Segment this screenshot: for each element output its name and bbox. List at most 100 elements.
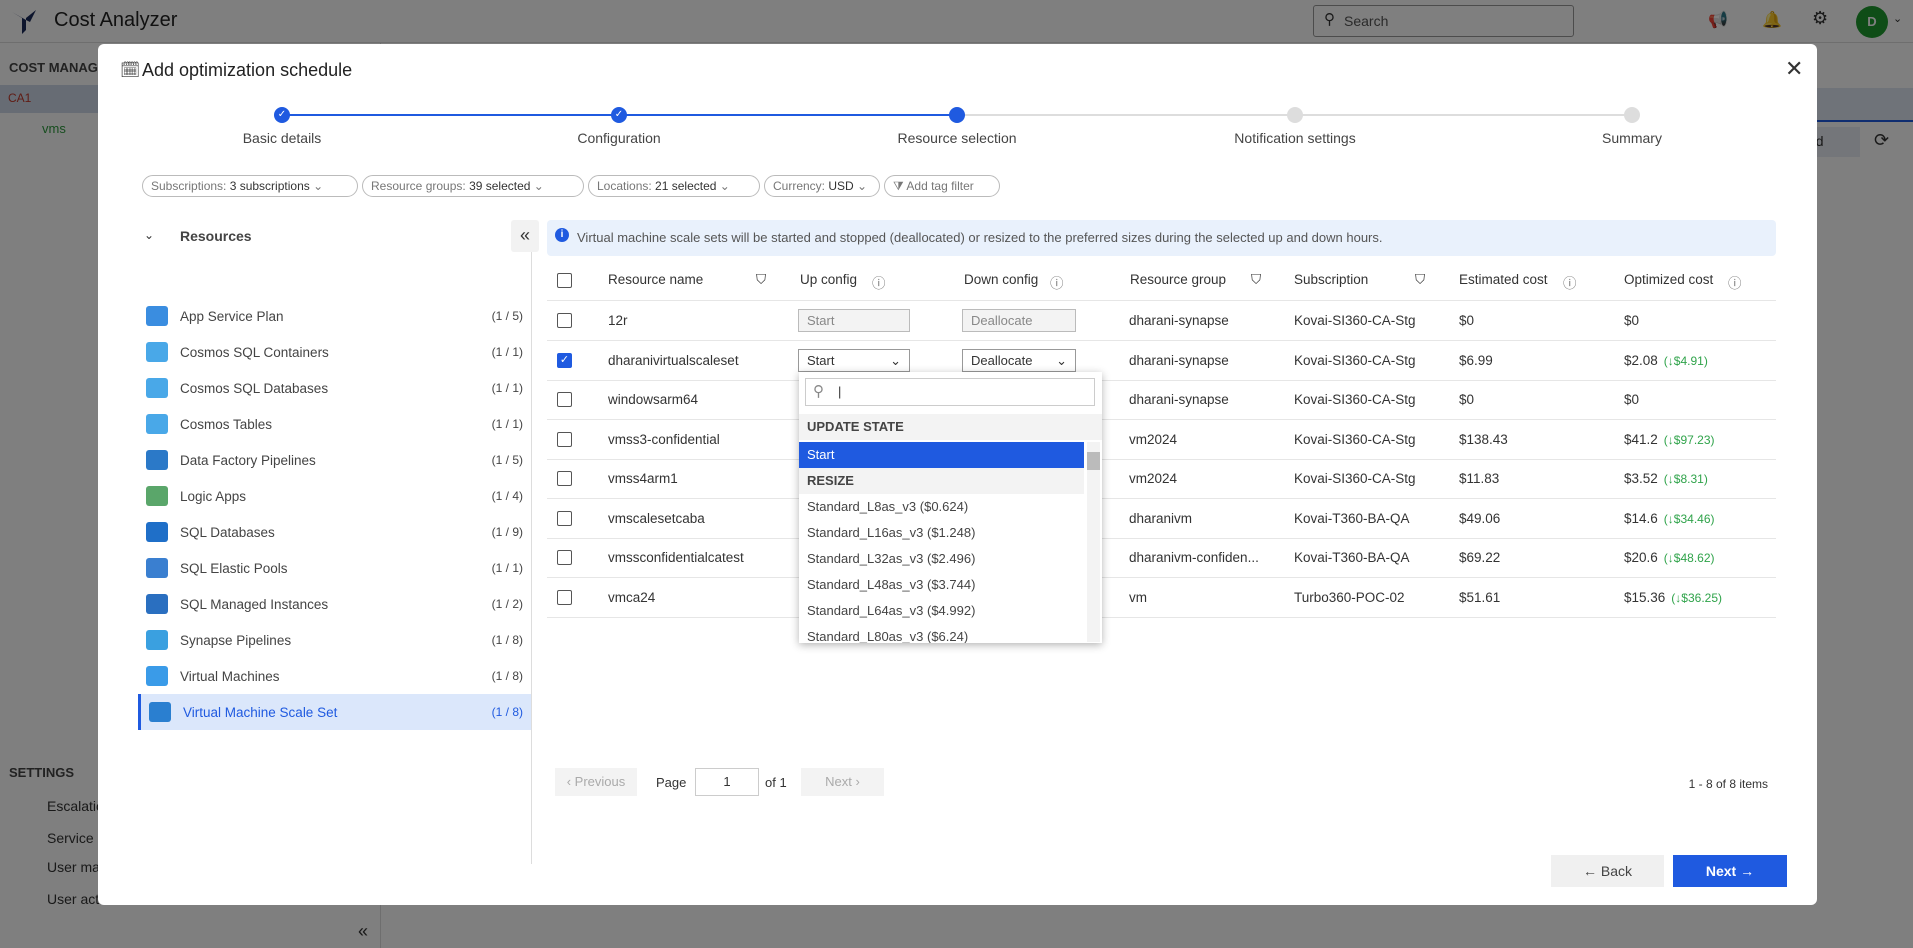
resource-type-icon [146,594,168,614]
step-configuration[interactable]: Configuration [519,130,719,146]
resource-type-count: (1 / 5) [491,453,523,467]
filter-resource-groups[interactable]: Resource groups: 39 selected ⌄ [362,175,584,197]
estimated-cost: $11.83 [1459,471,1500,486]
down-config-select[interactable]: Deallocate ⌄ [962,348,1076,372]
info-icon[interactable]: ⓘ [1728,272,1742,292]
resource-type-label: Cosmos SQL Containers [180,344,329,360]
estimated-cost: $51.61 [1459,589,1501,605]
filter-icon[interactable]: ⛉ [1415,272,1425,288]
resource-type-item[interactable]: Synapse Pipelines (1 / 8) [138,622,531,658]
resize-option[interactable]: Standard_L48as_v3 ($3.744) [799,572,1084,598]
resource-name: vmss4arm1 [608,471,678,486]
resource-type-item[interactable]: Virtual Machine Scale Set (1 / 8) [138,694,531,730]
resource-type-count: (1 / 8) [491,705,523,719]
filter-currency[interactable]: Currency: USD ⌄ [764,175,880,197]
row-checkbox[interactable] [557,510,572,526]
info-icon[interactable]: ⓘ [1050,272,1064,292]
select-all-checkbox[interactable] [557,273,572,288]
resource-type-item[interactable]: Virtual Machines (1 / 8) [138,658,531,694]
optimized-cost: $3.52 [1624,471,1658,486]
row-checkbox[interactable]: ✓ [557,352,572,368]
resize-option[interactable]: Standard_L16as_v3 ($1.248) [799,520,1084,546]
table-row[interactable]: vmca24 vm Turbo360-POC-02 $51.61 $15.36 (… [547,578,1776,618]
resource-group: dharanivm-confiden... [1129,550,1259,565]
resource-type-count: (1 / 9) [491,525,523,539]
step-resource-selection[interactable]: Resource selection [857,130,1057,146]
info-icon[interactable]: ⓘ [1563,272,1577,292]
col-resource-group: Resource group [1130,272,1227,287]
add-tag-filter-button[interactable]: ⧩ Add tag filter [884,175,1000,197]
dropdown-search-input[interactable]: | [805,378,1095,406]
resource-type-item[interactable]: Data Factory Pipelines (1 / 5) [138,442,531,478]
filter-icon[interactable]: ⛉ [756,272,766,288]
option-start[interactable]: Start [799,442,1084,468]
page-input[interactable]: 1 [695,768,759,796]
next-button[interactable]: Next → [1673,855,1787,887]
chevron-down-icon[interactable]: ⌄ [144,228,154,242]
pane-divider [531,252,532,864]
col-up-config: Up config [800,272,858,287]
resource-type-item[interactable]: SQL Databases (1 / 9) [138,514,531,550]
step-pending-icon [1624,107,1640,123]
page-count: of 1 [765,775,787,790]
row-checkbox[interactable] [557,471,572,486]
resize-option[interactable]: Standard_L8as_v3 ($0.624) [799,494,1084,520]
step-summary[interactable]: Summary [1532,130,1732,146]
resource-type-item[interactable]: Logic Apps (1 / 4) [138,478,531,514]
optimized-cost: $41.2 [1624,431,1658,447]
resource-type-item[interactable]: Cosmos SQL Databases (1 / 1) [138,370,531,406]
table-row[interactable]: vmscalesetcaba dharanivm Kovai-T360-BA-Q… [547,499,1776,539]
resource-type-item[interactable]: SQL Managed Instances (1 / 2) [138,586,531,622]
filter-icon[interactable]: ⛉ [1251,272,1261,288]
up-config-dropdown: | ⚲ UPDATE STATE Start RESIZE Standard_L… [799,372,1102,643]
up-config-select[interactable]: Start ⌄ [798,348,910,372]
row-checkbox[interactable] [557,431,572,447]
group-update-state: UPDATE STATE [799,414,1102,440]
col-down-config: Down config [964,272,1039,287]
filter-subscriptions[interactable]: Subscriptions: 3 subscriptions ⌄ [142,175,358,197]
step-basic-details[interactable]: Basic details [182,130,382,146]
resource-type-icon [146,306,168,326]
estimated-cost: $0 [1459,313,1475,328]
step-notification-settings[interactable]: Notification settings [1195,130,1395,146]
dropdown-scrollbar[interactable] [1087,442,1100,642]
info-icon[interactable]: ⓘ [872,272,886,292]
resource-type-item[interactable]: SQL Elastic Pools (1 / 1) [138,550,531,586]
resource-type-label: Synapse Pipelines [180,632,292,648]
col-estimated-cost: Estimated cost [1459,272,1548,287]
table-row[interactable]: vmss3-confidential vm2024 Kovai-SI360-CA… [547,420,1776,460]
resource-type-icon [146,450,168,470]
resource-type-item[interactable]: App Service Plan (1 / 5) [138,298,531,334]
modal-title: Add optimization schedule [142,60,353,80]
table-row[interactable]: vmssconfidentialcatest dharanivm-confide… [547,538,1776,578]
resource-name: windowsarm64 [608,392,699,407]
table-row[interactable]: ✓ dharanivirtualscaleset Start ⌄ Deallocat… [547,341,1776,381]
table-row[interactable]: 12r Start Deallocate dharani-synapse Kova… [547,301,1776,341]
resource-type-item[interactable]: Cosmos SQL Containers (1 / 1) [138,334,531,370]
row-checkbox[interactable] [557,589,572,605]
row-checkbox[interactable] [557,392,572,407]
back-button[interactable]: ← Back [1551,855,1664,887]
next-page-button[interactable]: Next › [801,768,884,796]
savings-amount: (↓$4.91) [1663,353,1708,368]
collapse-pane-button[interactable]: « [511,220,539,252]
resource-type-item[interactable]: Cosmos Tables (1 / 1) [138,406,531,442]
resource-type-label: Cosmos SQL Databases [180,380,329,396]
col-subscription: Subscription [1294,272,1369,287]
row-checkbox[interactable] [557,313,572,328]
savings-amount: (↓$97.23) [1663,432,1715,447]
resize-option[interactable]: Standard_L64as_v3 ($4.992) [799,598,1084,624]
resource-type-label: Virtual Machines [180,668,280,684]
resource-group: dharani-synapse [1129,352,1229,368]
optimized-cost: $20.6 [1624,550,1658,565]
subscription: Kovai-SI360-CA-Stg [1294,313,1416,328]
resize-option[interactable]: Standard_L80as_v3 ($6.24) [799,624,1084,643]
previous-page-button[interactable]: ‹ Previous [555,768,637,796]
close-icon[interactable]: ✕ [1785,56,1803,82]
resource-group: dharani-synapse [1129,313,1229,328]
table-row[interactable]: vmss4arm1 vm2024 Kovai-SI360-CA-Stg $11.… [547,459,1776,499]
filter-locations[interactable]: Locations: 21 selected ⌄ [588,175,760,197]
row-checkbox[interactable] [557,550,572,565]
table-row[interactable]: windowsarm64 dharani-synapse Kovai-SI360… [547,380,1776,420]
resize-option[interactable]: Standard_L32as_v3 ($2.496) [799,546,1084,572]
